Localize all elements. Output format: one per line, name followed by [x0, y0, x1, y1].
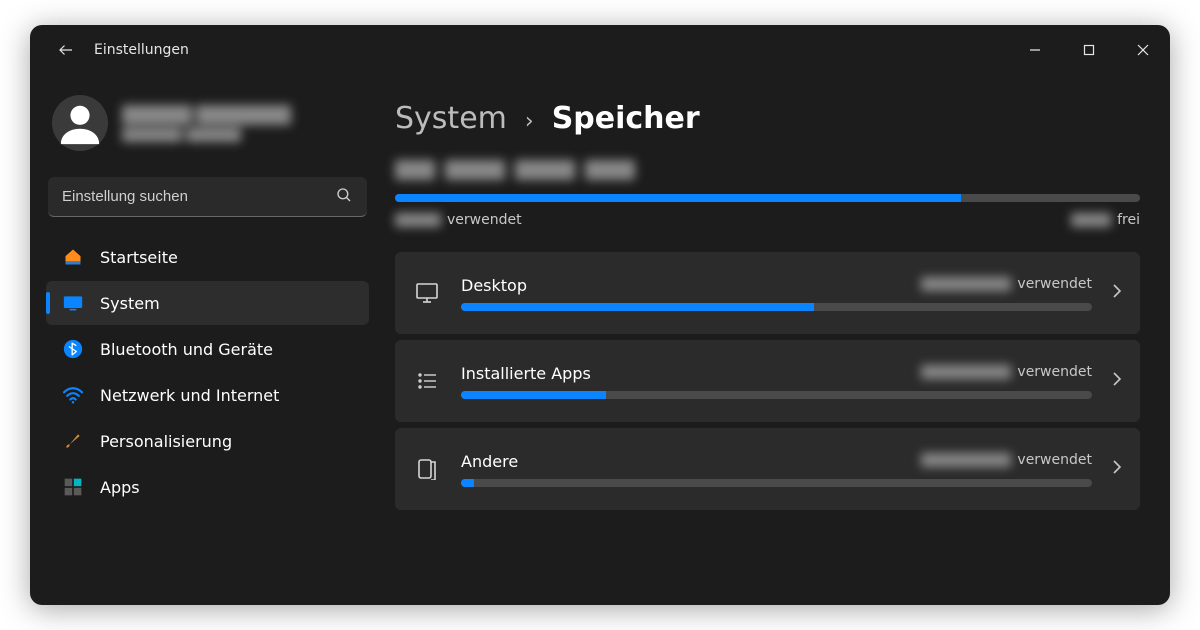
storage-category-desktop[interactable]: Desktop verwendet: [395, 252, 1140, 334]
minimize-button[interactable]: [1008, 25, 1062, 75]
sidebar-item-label: Apps: [100, 478, 140, 497]
sidebar-item-label: Bluetooth und Geräte: [100, 340, 273, 359]
storage-category-other[interactable]: Andere verwendet: [395, 428, 1140, 510]
category-used-label: verwendet: [1017, 452, 1092, 468]
category-used-label: verwendet: [1017, 276, 1092, 292]
sidebar-item-label: System: [100, 294, 160, 313]
chevron-right-icon: [1112, 371, 1122, 391]
bluetooth-icon: [62, 338, 84, 360]
category-used-amount: [921, 277, 1011, 291]
chevron-right-icon: [1112, 283, 1122, 303]
apps-icon: [413, 371, 441, 391]
content-area: System › Speicher verwendet frei: [385, 75, 1170, 605]
chevron-right-icon: [1112, 459, 1122, 479]
search-icon: [335, 186, 353, 208]
sidebar-item-apps[interactable]: Apps: [46, 465, 369, 509]
nav-list: Startseite System Bluetooth und Geräte: [42, 235, 373, 509]
search-box[interactable]: [48, 177, 367, 217]
sidebar-item-bluetooth[interactable]: Bluetooth und Geräte: [46, 327, 369, 371]
maximize-button[interactable]: [1062, 25, 1116, 75]
home-icon: [62, 246, 84, 268]
system-icon: [62, 292, 84, 314]
account-block[interactable]: [42, 95, 373, 151]
free-amount: [1071, 213, 1111, 227]
brush-icon: [62, 430, 84, 452]
sidebar-item-label: Startseite: [100, 248, 178, 267]
used-label: verwendet: [447, 212, 522, 228]
category-name: Andere: [461, 452, 518, 471]
breadcrumb: System › Speicher: [395, 101, 1140, 136]
category-used-amount: [921, 453, 1011, 467]
wifi-icon: [62, 384, 84, 406]
apps-grid-icon: [62, 476, 84, 498]
chevron-right-icon: ›: [525, 109, 534, 134]
category-used-amount: [921, 365, 1011, 379]
sidebar-item-label: Personalisierung: [100, 432, 232, 451]
category-name: Desktop: [461, 276, 527, 295]
free-label: frei: [1117, 212, 1140, 228]
category-used-label: verwendet: [1017, 364, 1092, 380]
overall-storage-labels: verwendet frei: [395, 212, 1140, 228]
settings-window: Einstellungen: [30, 25, 1170, 605]
storage-category-installed-apps[interactable]: Installierte Apps verwendet: [395, 340, 1140, 422]
avatar-icon: [52, 95, 108, 151]
window-controls: [1008, 25, 1170, 75]
desktop-icon: [413, 282, 441, 304]
close-button[interactable]: [1116, 25, 1170, 75]
category-bar: [461, 479, 1092, 487]
sidebar-item-network[interactable]: Netzwerk und Internet: [46, 373, 369, 417]
disk-title: [395, 160, 1140, 180]
sidebar-item-system[interactable]: System: [46, 281, 369, 325]
app-title: Einstellungen: [94, 42, 189, 58]
sidebar: Startseite System Bluetooth und Geräte: [30, 75, 385, 605]
overall-storage-bar: [395, 194, 1140, 202]
category-bar: [461, 391, 1092, 399]
account-name: [122, 102, 291, 145]
overall-storage-fill: [395, 194, 961, 202]
used-amount: [395, 213, 441, 227]
sidebar-item-home[interactable]: Startseite: [46, 235, 369, 279]
category-name: Installierte Apps: [461, 364, 591, 383]
breadcrumb-parent[interactable]: System: [395, 101, 507, 136]
search-input[interactable]: [62, 188, 335, 205]
breadcrumb-current: Speicher: [552, 101, 700, 136]
category-bar: [461, 303, 1092, 311]
other-icon: [413, 458, 441, 480]
back-button[interactable]: [48, 32, 84, 68]
sidebar-item-label: Netzwerk und Internet: [100, 386, 279, 405]
title-bar: Einstellungen: [30, 25, 1170, 75]
sidebar-item-personalization[interactable]: Personalisierung: [46, 419, 369, 463]
storage-category-list: Desktop verwendet Installierte Apps: [395, 252, 1140, 510]
